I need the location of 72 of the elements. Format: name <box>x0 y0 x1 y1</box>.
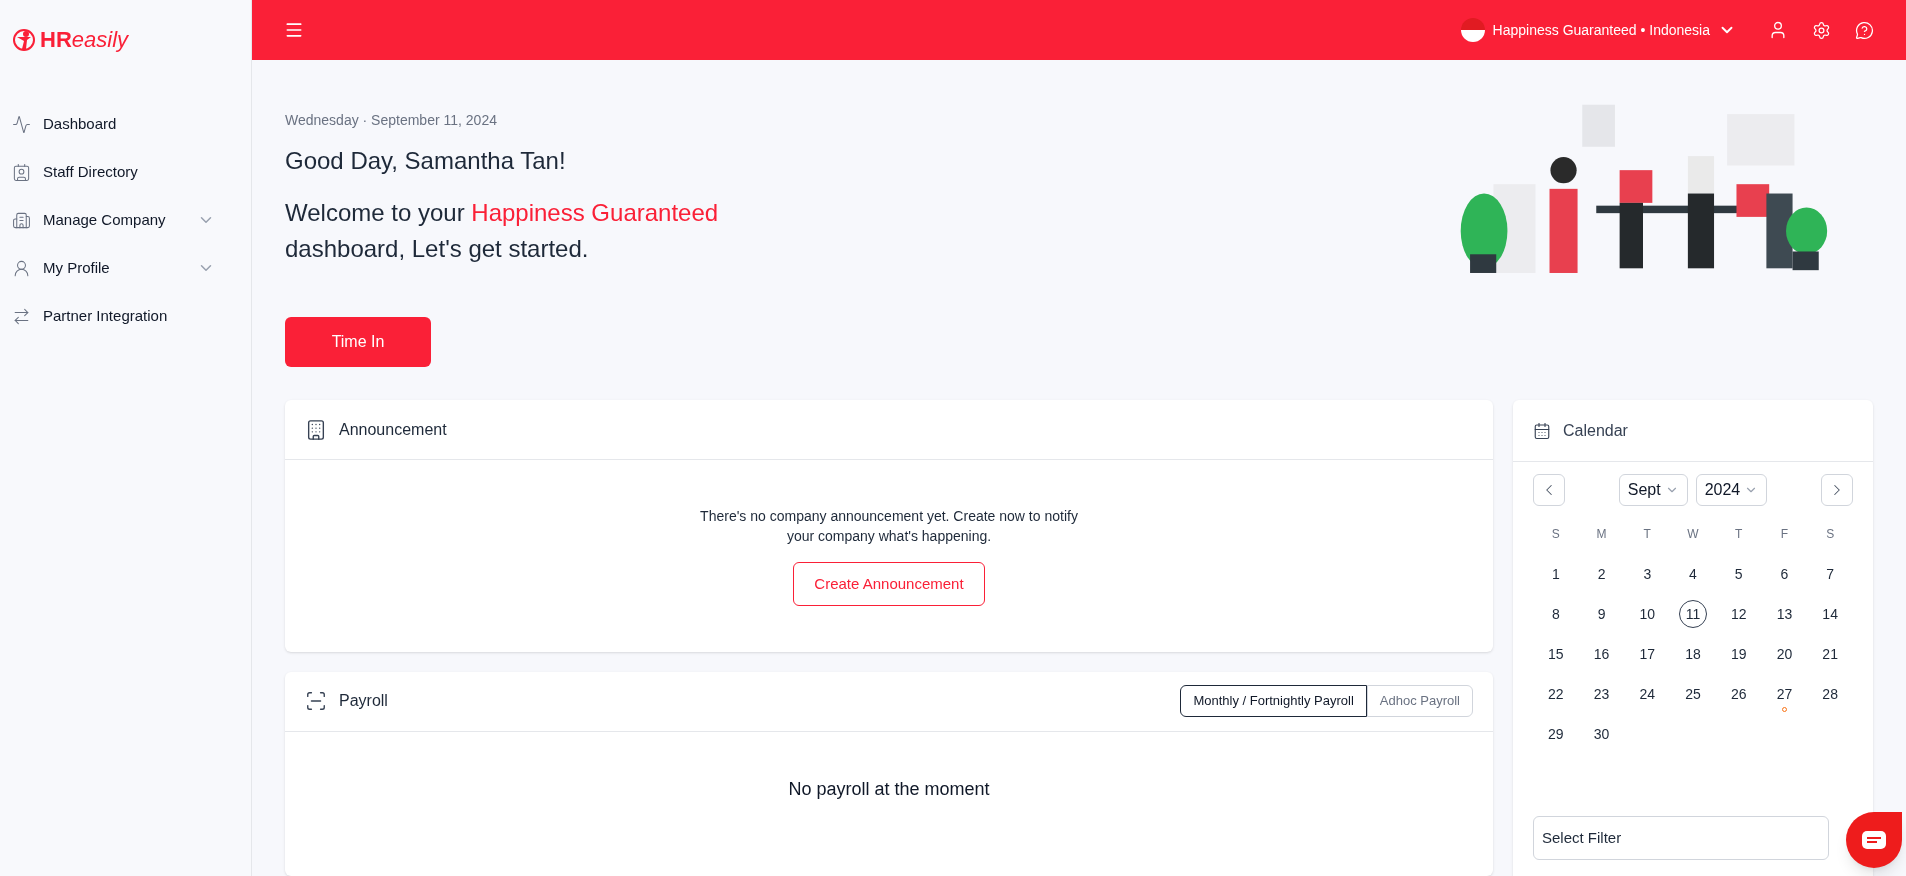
year-select[interactable]: 2024 <box>1695 474 1768 506</box>
weekday-label: T <box>1642 526 1652 543</box>
greeting-text: Good Day, Samantha Tan! <box>285 146 567 176</box>
calendar-day[interactable]: 9 <box>1587 600 1616 628</box>
sidebar-item[interactable]: Partner Integration <box>0 292 251 340</box>
chat-button[interactable] <box>1846 812 1902 868</box>
calendar-day[interactable]: 16 <box>1587 640 1616 668</box>
welcome-text: Welcome to your Happiness Guaranteed dashboard, Let's get started. <box>285 198 719 264</box>
calendar-day[interactable]: 30 <box>1587 720 1616 748</box>
calendar-day[interactable]: 27 <box>1770 680 1799 708</box>
calendar-day[interactable]: 23 <box>1587 680 1616 708</box>
empty-message: No payroll at the moment <box>788 777 990 801</box>
calendar-day[interactable]: 25 <box>1679 680 1707 708</box>
calendar-day[interactable]: 21 <box>1816 640 1845 668</box>
card-title: Announcement <box>339 419 447 440</box>
calendar-icon <box>1533 421 1551 440</box>
calendar-day[interactable]: 15 <box>1541 640 1570 668</box>
weekday-label: W <box>1686 526 1700 543</box>
calendar-day[interactable]: 18 <box>1679 640 1707 668</box>
calendar-day[interactable]: 2 <box>1587 560 1616 588</box>
calendar-day[interactable]: 6 <box>1770 560 1799 588</box>
card-title: Calendar <box>1563 420 1628 441</box>
date-text: Wednesday · September 11, 2024 <box>285 111 498 130</box>
calendar-day[interactable]: 26 <box>1724 680 1753 708</box>
chart-icon <box>12 114 31 134</box>
weekday-label: T <box>1734 526 1744 543</box>
flag-icon <box>1460 18 1485 42</box>
calendar-day[interactable]: 3 <box>1633 560 1662 588</box>
calendar-day[interactable]: 10 <box>1633 600 1662 628</box>
weekday-label: F <box>1779 526 1790 543</box>
chat-icon <box>1862 831 1886 849</box>
logo-icon <box>12 28 36 52</box>
id-badge-icon <box>12 162 31 182</box>
empty-message: There's no company announcement yet. Create now to notify your company what's happening. <box>699 506 1079 546</box>
weekday-label: S <box>1825 526 1836 543</box>
calendar-day[interactable]: 20 <box>1770 640 1799 668</box>
calendar-day[interactable]: 5 <box>1724 560 1753 588</box>
swap-arrows-icon <box>12 306 31 326</box>
building-icon <box>305 418 327 441</box>
calendar-day[interactable]: 19 <box>1724 640 1753 668</box>
sidebar-item[interactable]: My Profile <box>0 244 251 292</box>
calendar-day[interactable]: 13 <box>1770 600 1799 628</box>
calendar-day[interactable]: 8 <box>1541 600 1570 628</box>
sidebar-item[interactable]: Dashboard <box>0 100 251 148</box>
calendar-day[interactable]: 28 <box>1816 680 1845 708</box>
month-select[interactable]: Sept <box>1618 474 1688 506</box>
payroll-tab[interactable]: Adhoc Payroll <box>1366 685 1473 718</box>
calendar-day[interactable]: 14 <box>1816 600 1845 628</box>
building-icon <box>12 210 31 230</box>
calendar-day[interactable]: 12 <box>1724 600 1753 628</box>
create-announcement-button[interactable]: Create Announcement <box>793 561 985 606</box>
payroll-tab[interactable]: Monthly / Fortnightly Payroll <box>1180 685 1367 718</box>
filter-select[interactable]: Select Filter <box>1533 816 1829 860</box>
calendar-day[interactable]: 7 <box>1816 560 1845 588</box>
sidebar-item[interactable]: Manage Company <box>0 196 251 244</box>
company-selector[interactable]: Happiness Guaranteed • Indonesia <box>1460 18 1736 42</box>
settings-icon[interactable] <box>1812 20 1831 40</box>
user-icon <box>12 258 31 278</box>
calendar-day[interactable]: 22 <box>1541 680 1570 708</box>
card-title: Payroll <box>339 691 388 712</box>
weekday-label: S <box>1550 526 1561 543</box>
weekday-label: M <box>1595 526 1608 543</box>
menu-icon[interactable] <box>284 20 304 40</box>
calendar-day[interactable]: 29 <box>1541 720 1570 748</box>
calendar-day[interactable]: 4 <box>1679 560 1707 588</box>
time-in-button[interactable]: Time In <box>285 317 431 367</box>
help-icon[interactable] <box>1855 20 1874 40</box>
sidebar-item[interactable]: Staff Directory <box>0 148 251 196</box>
logo-text: HReasily <box>40 29 129 51</box>
calendar-day[interactable]: 24 <box>1633 680 1662 708</box>
calendar-day[interactable]: 1 <box>1541 560 1570 588</box>
calendar-day[interactable]: 17 <box>1633 640 1662 668</box>
